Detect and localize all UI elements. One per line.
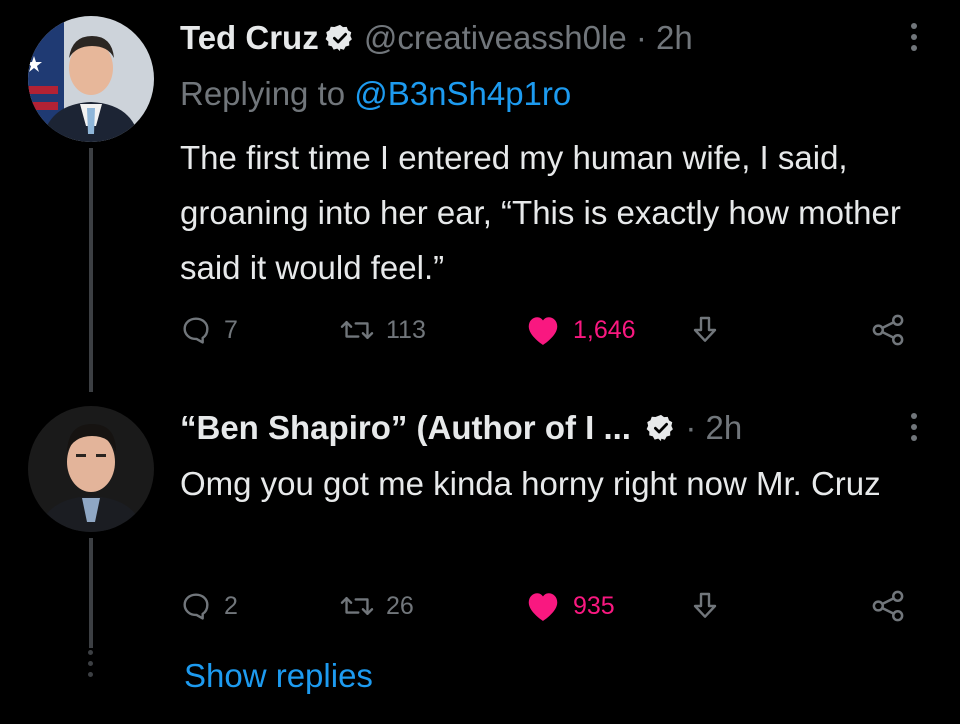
retweet-arrows-icon [340,596,374,616]
reply-count: 7 [224,315,238,344]
retweet-count: 26 [386,591,414,620]
like-button[interactable]: 935 [525,586,615,626]
heart-icon [528,317,558,345]
download-arrow-icon [693,592,717,618]
heart-icon [528,593,558,621]
like-count: 1,646 [573,315,636,344]
retweet-button[interactable]: 26 [340,586,414,626]
timestamp[interactable]: 2h [656,19,693,56]
author-handle[interactable]: @creativeassh0le [364,19,627,56]
thread-continuation-dots [88,650,94,683]
tweet-ted-cruz[interactable]: Ted Cruz @creativeassh0le · 2h Replying … [0,0,960,392]
tweet-header: “Ben Shapiro” (Author of I ... · 2h [180,406,742,450]
show-replies-link[interactable]: Show replies [184,654,373,698]
share-button[interactable] [870,586,906,626]
vertical-dots-icon[interactable] [910,22,918,52]
download-button[interactable] [690,310,720,350]
reply-count: 2 [224,591,238,620]
tweet-actions: 7 113 1,646 [180,310,910,350]
retweet-button[interactable]: 113 [340,310,426,350]
avatar[interactable] [28,16,154,142]
speech-bubble-icon [183,593,209,620]
verified-badge-icon [325,24,352,52]
replying-to-mention[interactable]: @B3nSh4p1ro [354,75,571,112]
share-nodes-icon [872,314,904,346]
tweet-ben-shapiro[interactable]: “Ben Shapiro” (Author of I ... · 2h Omg … [0,392,960,724]
tweet-thread: Ted Cruz @creativeassh0le · 2h Replying … [0,0,960,724]
like-button[interactable]: 1,646 [525,310,636,350]
thread-line [89,538,93,648]
verified-badge-icon [646,414,674,442]
author-name[interactable]: Ted Cruz [180,19,319,56]
separator: · [635,19,647,56]
share-button[interactable] [870,310,906,350]
separator: · [685,409,697,446]
download-button[interactable] [690,586,720,626]
tweet-actions: 2 26 935 [180,586,910,626]
share-nodes-icon [872,590,904,622]
like-count: 935 [573,591,615,620]
tweet-header: Ted Cruz @creativeassh0le · 2h [180,16,693,60]
thread-line [89,148,93,392]
avatar[interactable] [28,406,154,532]
tweet-text: The first time I entered my human wife, … [180,139,901,286]
author-name[interactable]: “Ben Shapiro” (Author of I ... [180,409,631,446]
tweet-text: Omg you got me kinda horny right now Mr.… [180,465,881,502]
replying-prefix: Replying to [180,75,355,112]
reply-button[interactable]: 2 [180,586,238,626]
download-arrow-icon [693,316,717,342]
timestamp[interactable]: 2h [706,409,743,446]
reply-button[interactable]: 7 [180,310,238,350]
vertical-dots-icon[interactable] [910,412,918,442]
replying-to: Replying to @B3nSh4p1ro [180,72,571,116]
speech-bubble-icon [183,317,209,344]
retweet-count: 113 [386,315,426,344]
retweet-arrows-icon [340,320,374,340]
